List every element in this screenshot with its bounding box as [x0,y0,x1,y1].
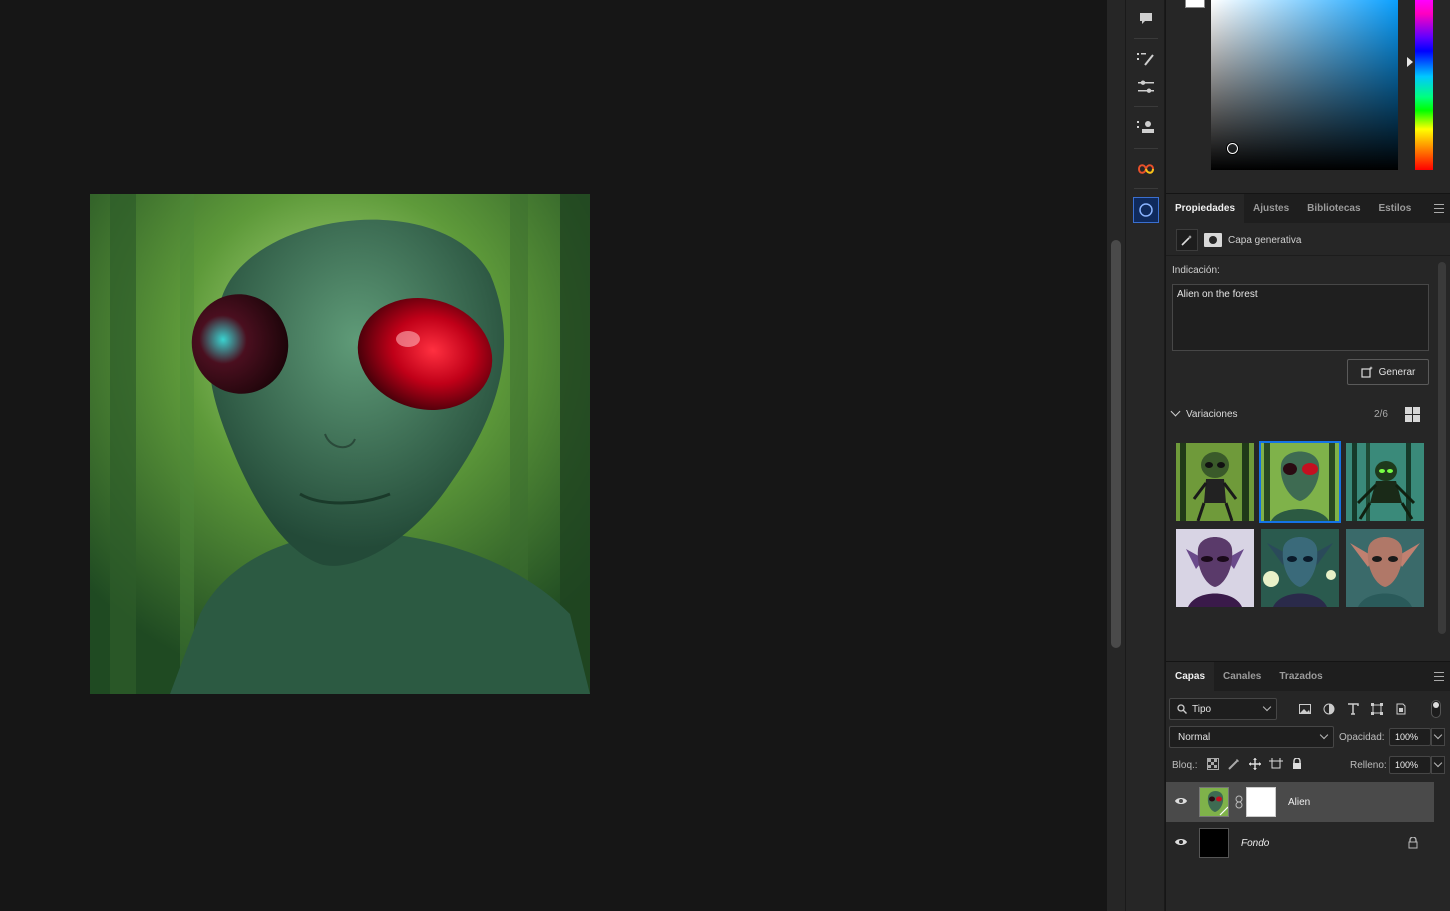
tab-trazados[interactable]: Trazados [1270,662,1331,691]
opacity-field[interactable]: 100% [1389,728,1431,746]
layers-panel: Tipo Normal Opacidad: 100% Bloq.: Rellen… [1166,692,1450,911]
properties-panel: Capa generativa Indicación: Alien on the… [1166,224,1450,634]
variation-thumbnail[interactable] [1346,529,1424,607]
layer-type-label: Capa generativa [1228,235,1302,246]
visibility-eye-icon[interactable] [1174,796,1188,806]
type-filter-icon[interactable] [1346,702,1360,716]
adjustments-icon[interactable] [1133,74,1159,100]
foreground-color-swatch[interactable] [1185,0,1205,8]
lock-all-icon[interactable] [1290,757,1304,771]
image-filter-icon[interactable] [1298,702,1312,716]
variations-label: Variaciones [1186,409,1238,420]
tab-bibliotecas[interactable]: Bibliotecas [1298,194,1369,223]
lock-pixels-icon[interactable] [1227,757,1241,771]
collapsed-panels-strip [1125,0,1165,911]
alien-image[interactable] [90,194,590,694]
layer-name[interactable]: Fondo [1241,838,1269,849]
chevron-down-icon[interactable] [1170,406,1181,417]
color-field[interactable] [1211,0,1398,170]
blend-row: Normal Opacidad: 100% [1166,726,1450,750]
search-icon [1177,704,1187,714]
tab-ajustes[interactable]: Ajustes [1244,194,1298,223]
comments-icon[interactable] [1133,6,1159,32]
tab-canales[interactable]: Canales [1214,662,1270,691]
hue-slider[interactable] [1415,0,1433,170]
generate-icon [1361,366,1373,378]
generate-label: Generar [1378,366,1416,378]
canvas-vertical-scrollbar[interactable] [1107,0,1125,911]
generate-button[interactable]: Generar [1347,359,1429,385]
prompt-label: Indicación: [1172,265,1220,276]
properties-header: Capa generativa [1166,224,1450,256]
properties-scrollbar[interactable] [1434,224,1450,634]
tab-propiedades[interactable]: Propiedades [1166,194,1245,223]
lock-icon[interactable] [1408,837,1418,849]
variation-thumbnail[interactable] [1346,443,1424,521]
layer-filter-row: Tipo [1166,698,1450,722]
lock-icons [1206,757,1304,771]
visibility-eye-icon[interactable] [1174,837,1188,847]
shape-filter-icon[interactable] [1370,702,1384,716]
hue-slider-arrow[interactable] [1407,57,1413,67]
blend-mode-value: Normal [1178,732,1211,743]
opacity-dropdown-arrow[interactable] [1431,728,1445,746]
layer-row-alien[interactable]: Alien [1166,782,1434,822]
scrollbar-thumb[interactable] [1111,240,1121,648]
brush-settings-icon[interactable] [1133,46,1159,72]
prompt-input[interactable]: Alien on the forest [1172,284,1429,351]
lock-label: Bloq.: [1172,760,1198,771]
right-panel-dock: Propiedades Ajustes Bibliotecas Estilos … [1166,0,1450,911]
mask-icon[interactable] [1202,229,1224,251]
blend-mode-dropdown[interactable]: Normal [1169,726,1334,748]
layer-thumbnail[interactable] [1199,828,1229,858]
lock-position-icon[interactable] [1248,757,1262,771]
properties-tabbar: Propiedades Ajustes Bibliotecas Estilos [1166,193,1450,223]
fill-dropdown-arrow[interactable] [1431,756,1445,774]
layer-mask-thumbnail[interactable] [1246,787,1276,817]
generative-panel-icon[interactable] [1133,197,1159,223]
filter-value: Tipo [1192,704,1212,715]
variation-thumbnail[interactable] [1176,443,1254,521]
smart-object-filter-icon[interactable] [1394,702,1408,716]
variations-header[interactable]: Variaciones 2/6 [1170,406,1436,424]
clone-source-icon[interactable] [1133,114,1159,140]
panel-menu-icon[interactable] [1434,672,1444,681]
fill-field[interactable]: 100% [1389,756,1431,774]
panel-menu-icon[interactable] [1434,204,1444,213]
filter-toggle[interactable] [1431,700,1441,718]
document-canvas[interactable] [0,0,1107,911]
lock-artboard-icon[interactable] [1269,757,1283,771]
opacity-label: Opacidad: [1339,732,1385,743]
lock-row: Bloq.: Relleno: 100% [1166,754,1450,778]
lock-transparent-icon[interactable] [1206,757,1220,771]
variation-thumbnail[interactable] [1176,529,1254,607]
variation-thumbnail[interactable] [1261,529,1339,607]
layer-name[interactable]: Alien [1288,797,1310,808]
layers-tabbar: Capas Canales Trazados [1166,661,1450,691]
tab-capas[interactable]: Capas [1166,662,1215,691]
variations-count: 2/6 [1374,409,1388,420]
color-picker-ring[interactable] [1227,143,1238,154]
variation-thumbnail-selected[interactable] [1259,441,1341,523]
creative-cloud-icon[interactable] [1133,156,1159,182]
layer-thumbnail[interactable] [1199,787,1229,817]
fill-label: Relleno: [1350,760,1387,771]
adjustment-filter-icon[interactable] [1322,702,1336,716]
chain-link-icon[interactable] [1235,795,1243,809]
layer-row-fondo[interactable]: Fondo [1166,823,1434,863]
generative-layer-icon[interactable] [1176,229,1198,251]
color-panel [1166,0,1450,188]
layer-filter-dropdown[interactable]: Tipo [1169,698,1277,720]
tab-estilos[interactable]: Estilos [1370,194,1421,223]
grid-view-icon[interactable] [1405,407,1420,422]
layer-filter-icons [1298,702,1408,716]
scrollbar-thumb[interactable] [1438,262,1446,634]
